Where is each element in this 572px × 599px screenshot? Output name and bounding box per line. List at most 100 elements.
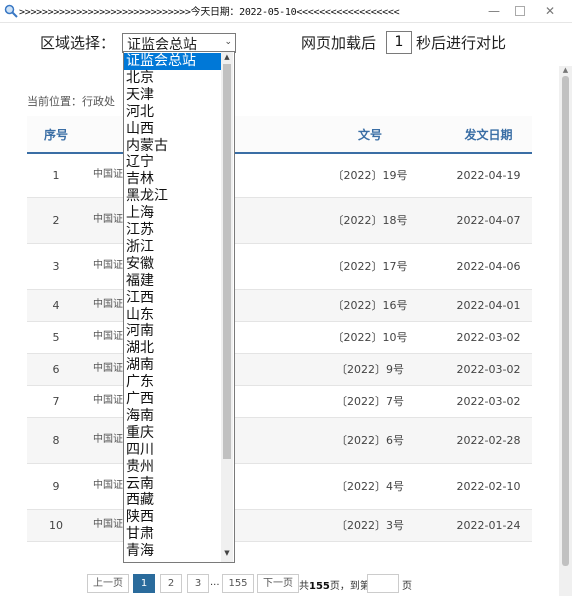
dropdown-option[interactable]: 江苏 — [124, 222, 222, 239]
close-icon: ✕ — [544, 4, 556, 18]
dropdown-option[interactable]: 湖南 — [124, 357, 222, 374]
row-no: 3 — [27, 243, 85, 290]
dropdown-option[interactable]: 黑龙江 — [124, 188, 222, 205]
row-date: 2022-02-10 — [445, 463, 532, 510]
dropdown-option[interactable]: 福建 — [124, 273, 222, 290]
row-date: 2022-03-02 — [445, 353, 532, 386]
row-no: 9 — [27, 463, 85, 510]
dropdown-option[interactable]: 内蒙古 — [124, 138, 222, 155]
row-no: 10 — [27, 509, 85, 542]
page-scroll-thumb[interactable] — [562, 76, 569, 566]
row-date: 2022-03-02 — [445, 321, 532, 354]
maximize-icon — [515, 6, 525, 16]
row-date: 2022-04-06 — [445, 243, 532, 290]
dropdown-option[interactable]: 青海 — [124, 543, 222, 560]
minimize-icon: — — [488, 4, 500, 18]
delay-seconds-input[interactable]: 1 — [386, 31, 412, 54]
dropdown-option[interactable]: 陕西 — [124, 509, 222, 526]
row-no: 1 — [27, 153, 85, 198]
dropdown-option[interactable]: 辽宁 — [124, 154, 222, 171]
header-date: 发文日期 — [445, 116, 532, 154]
dropdown-option[interactable]: 江西 — [124, 290, 222, 307]
region-dropdown-list[interactable]: 证监会总站 北京 天津 河北 山西 内蒙古 辽宁 吉林 黑龙江 上海 江苏 浙江 安徽 福建 江西 山东 河南湖… — [123, 51, 235, 563]
delay-label: 网页加载后 — [301, 34, 377, 52]
page-2-button[interactable]: 2 — [160, 574, 182, 593]
goto-page-input[interactable] — [367, 574, 399, 593]
page-1-button[interactable]: 1 — [133, 574, 155, 593]
dropdown-option[interactable]: 河北 — [124, 104, 222, 121]
scroll-up-icon[interactable]: ▲ — [221, 53, 233, 63]
region-select[interactable]: 证监会总站 ⌄ — [122, 33, 236, 53]
total-pages: 155 — [309, 581, 330, 592]
row-doc: 〔2022〕9号 — [295, 353, 445, 386]
header-no: 序号 — [27, 116, 85, 154]
window-title: >>>>>>>>>>>>>>>>>>>>>>>>>>>>>>今天日期：2022-… — [19, 7, 400, 18]
dropdown-option[interactable]: 重庆 — [124, 425, 222, 442]
dropdown-option[interactable]: 海南 — [124, 408, 222, 425]
row-date: 2022-04-07 — [445, 197, 532, 244]
table-row: 7中国证 陈启坤)〔2022〕7号2022-03-02 — [27, 385, 532, 418]
row-no: 4 — [27, 289, 85, 322]
dropdown-option[interactable]: 西藏 — [124, 492, 222, 509]
dropdown-option[interactable]: 安徽 — [124, 256, 222, 273]
dropdown-option[interactable]: 浙江 — [124, 239, 222, 256]
dropdown-option[interactable]: 云南 — [124, 476, 222, 493]
row-doc: 〔2022〕16号 — [295, 289, 445, 322]
table-row: 1中国证 吕永中和会计师事〔2022〕19号2022-04-19 — [27, 153, 532, 198]
dropdown-option[interactable]: 湖北 — [124, 340, 222, 357]
dropdown-option[interactable]: 河南 — [124, 323, 222, 340]
dropdown-option[interactable]: 贵州 — [124, 459, 222, 476]
dropdown-scrollbar[interactable]: ▲ ▼ — [221, 52, 233, 562]
row-no: 8 — [27, 417, 85, 464]
title-bar: >>>>>>>>>>>>>>>>>>>>>>>>>>>>>>今天日期：2022-… — [0, 0, 572, 23]
table-row: 9中国证 ST新亿、黄伟、〔2022〕4号2022-02-10 — [27, 463, 532, 510]
dropdown-option[interactable]: 天津 — [124, 87, 222, 104]
row-no: 7 — [27, 385, 85, 418]
table-row: 3中国证 同济堂、张美华、〔2022〕17号2022-04-06 — [27, 243, 532, 290]
chevron-down-icon: ⌄ — [224, 37, 232, 47]
last-page-button[interactable]: 155 — [222, 574, 254, 593]
page-suffix: 页 — [402, 581, 412, 592]
row-doc: 〔2022〕19号 — [295, 153, 445, 198]
dropdown-option[interactable]: 甘肃 — [124, 526, 222, 543]
prev-page-button[interactable]: 上一页 — [87, 574, 129, 593]
dropdown-option[interactable]: 四川 — [124, 442, 222, 459]
page-scrollbar[interactable]: ▲ — [559, 66, 572, 596]
table-row: 10中国证 袁晓红)〔2022〕3号2022-01-24 — [27, 509, 532, 542]
compare-label: 秒后进行对比 — [416, 34, 507, 52]
table-row: 5中国证 上海证华)〔2022〕10号2022-03-02 — [27, 321, 532, 354]
table-row: 2中国证 柏堡龙、陈伟雄等〔2022〕18号2022-04-07 — [27, 197, 532, 244]
dropdown-option[interactable]: 吉林 — [124, 171, 222, 188]
row-date: 2022-04-19 — [445, 153, 532, 198]
page-total: 共155页，到第 — [299, 577, 370, 592]
scroll-down-icon[interactable]: ▼ — [221, 549, 233, 559]
scroll-up-icon[interactable]: ▲ — [559, 66, 572, 76]
pagination: 上一页 1 2 3 ... 155 下一页 共155页，到第 页 — [0, 574, 560, 594]
dropdown-option[interactable]: 广东 — [124, 374, 222, 391]
table-row: 4中国证 大公国际)〔2022〕16号2022-04-01 — [27, 289, 532, 322]
maximize-button[interactable] — [505, 0, 535, 22]
close-button[interactable]: ✕ — [535, 0, 565, 22]
total-prefix: 共 — [299, 581, 309, 592]
row-doc: 〔2022〕4号 — [295, 463, 445, 510]
row-doc: 〔2022〕7号 — [295, 385, 445, 418]
row-doc: 〔2022〕18号 — [295, 197, 445, 244]
dropdown-option[interactable]: 证监会总站 — [124, 53, 222, 70]
row-date: 2022-02-28 — [445, 417, 532, 464]
dropdown-option[interactable]: 广西 — [124, 391, 222, 408]
breadcrumb: 当前位置：行政处 — [27, 95, 115, 108]
dropdown-option[interactable]: 北京 — [124, 70, 222, 87]
dropdown-option[interactable]: 山西 — [124, 121, 222, 138]
dropdown-option[interactable]: 上海 — [124, 205, 222, 222]
next-page-button[interactable]: 下一页 — [257, 574, 299, 593]
total-suffix: 页，到第 — [329, 581, 370, 592]
dropdown-scroll-thumb[interactable] — [223, 64, 231, 459]
page-ellipsis: ... — [210, 577, 220, 588]
row-no: 2 — [27, 197, 85, 244]
table-row: 6中国证 上海森洋)〔2022〕9号2022-03-02 — [27, 353, 532, 386]
dropdown-option[interactable]: 山东 — [124, 307, 222, 324]
page-3-button[interactable]: 3 — [187, 574, 209, 593]
table-row: 8中国证 堂堂所、吴育堂、〔2022〕6号2022-02-28 — [27, 417, 532, 464]
row-no: 5 — [27, 321, 85, 354]
row-doc: 〔2022〕3号 — [295, 509, 445, 542]
